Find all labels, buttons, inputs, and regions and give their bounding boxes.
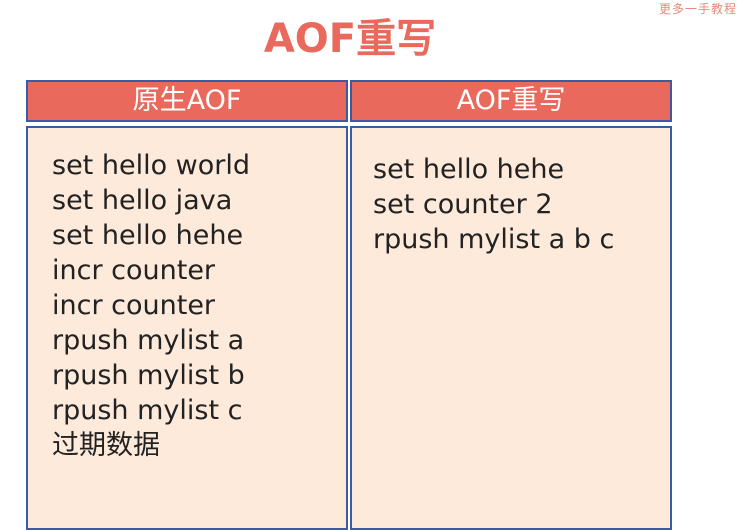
command-item: set hello hehe [52,220,244,251]
command-item: set counter 2 [373,189,553,220]
command-item: incr counter [52,290,216,321]
original-aof-column: 原生AOF set hello world set hello java set… [26,80,348,530]
rewritten-aof-command-list: set hello hehe set counter 2 rpush mylis… [373,152,614,257]
command-item: rpush mylist a b c [373,224,615,255]
command-item: rpush mylist a [52,325,245,356]
command-item: rpush mylist c [52,395,243,426]
rewritten-aof-body: set hello hehe set counter 2 rpush mylis… [350,126,672,530]
command-item: 过期数据 [52,430,160,461]
command-item: incr counter [52,255,216,286]
rewritten-aof-header: AOF重写 [350,80,672,122]
rewritten-aof-column: AOF重写 set hello hehe set counter 2 rpush… [350,80,672,530]
command-item: rpush mylist b [52,360,245,391]
original-aof-body: set hello world set hello java set hello… [26,126,348,530]
slide-title: AOF重写 [263,16,437,62]
command-item: set hello world [52,150,251,181]
original-aof-header: 原生AOF [26,80,348,122]
original-aof-command-list: set hello world set hello java set hello… [52,148,250,463]
command-item: set hello hehe [373,154,565,185]
command-item: set hello java [52,185,233,216]
